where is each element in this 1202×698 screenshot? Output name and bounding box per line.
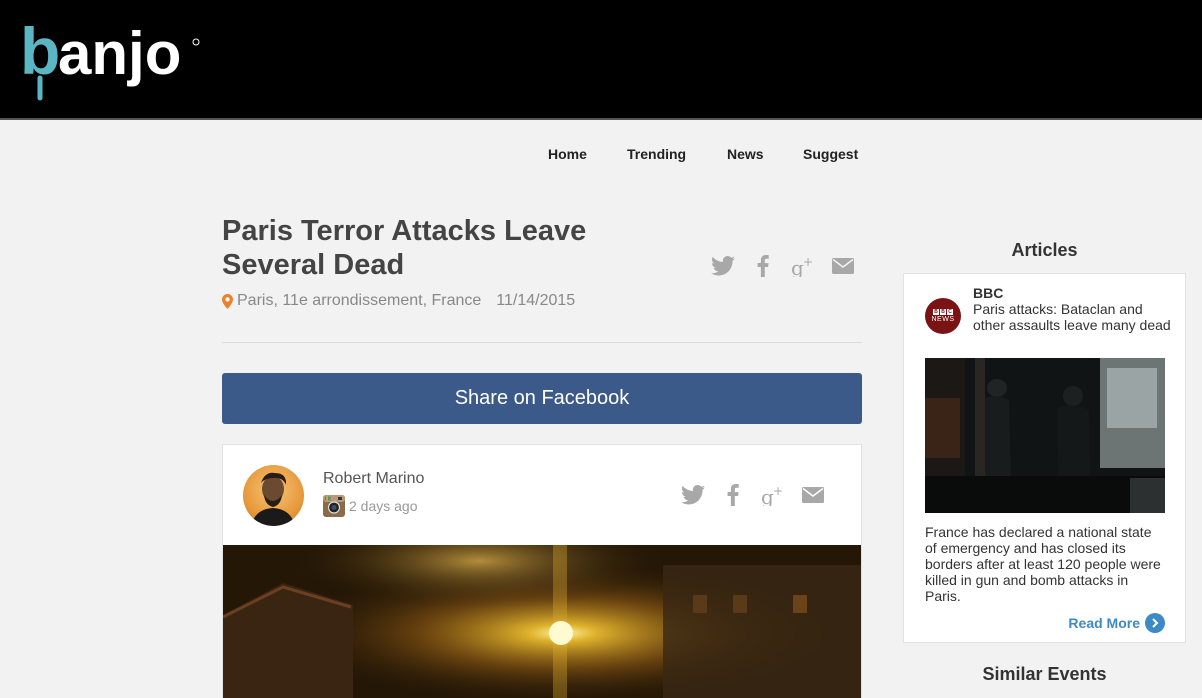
read-more-label: Read More <box>1068 615 1140 631</box>
post-author[interactable]: Robert Marino <box>323 470 424 488</box>
event-share-icons: g + <box>711 254 855 278</box>
post-time: 2 days ago <box>349 498 418 514</box>
svg-text:+: + <box>773 484 783 498</box>
bbc-logo-block-3: C <box>947 309 953 315</box>
post-meta: 2 days ago <box>323 495 418 517</box>
chevron-right-icon <box>1145 613 1165 633</box>
article-headline[interactable]: Paris attacks: Bataclan and other assaul… <box>973 301 1173 333</box>
nav-news[interactable]: News <box>727 146 764 162</box>
post-share-icons: g + <box>681 483 825 507</box>
nav-suggest[interactable]: Suggest <box>803 146 858 162</box>
svg-text:anjo: anjo <box>58 20 181 87</box>
article-photo[interactable] <box>925 358 1165 513</box>
bbc-logo-block-2: B <box>940 309 946 315</box>
email-icon[interactable] <box>831 254 855 278</box>
google-plus-icon[interactable]: g + <box>791 254 815 278</box>
google-plus-icon[interactable]: g + <box>761 483 785 507</box>
email-icon[interactable] <box>801 483 825 507</box>
share-on-facebook-button[interactable]: Share on Facebook <box>222 373 862 424</box>
event-date: 11/14/2015 <box>496 292 576 309</box>
facebook-icon[interactable] <box>751 254 775 278</box>
facebook-icon[interactable] <box>721 483 745 507</box>
instagram-icon <box>323 495 345 517</box>
bbc-logo-subtext: NEWS <box>931 316 955 323</box>
twitter-icon[interactable] <box>681 483 705 507</box>
event-title-line2: Several Dead <box>222 249 405 281</box>
event-meta: Paris, 11e arrondissement, France 11/14/… <box>222 292 575 310</box>
top-bar: b anjo <box>0 0 1202 120</box>
nav-trending[interactable]: Trending <box>627 146 686 162</box>
event-title: Paris Terror Attacks Leave Several Dead <box>222 214 652 282</box>
bbc-news-logo: B B C NEWS <box>925 298 961 334</box>
title-divider <box>222 342 862 343</box>
read-more-link[interactable]: Read More <box>1068 613 1165 633</box>
article-card: B B C NEWS BBC Paris attacks: Bataclan a… <box>903 273 1186 643</box>
banjo-logo[interactable]: b anjo <box>20 16 205 101</box>
similar-events-heading: Similar Events <box>982 664 1107 684</box>
articles-heading: Articles <box>1011 240 1078 260</box>
event-title-line1: Paris Terror Attacks Leave <box>222 215 587 247</box>
main-nav: Home Trending News Suggest <box>0 146 1202 166</box>
post-card: Robert Marino 2 days ago g + <box>222 444 862 698</box>
svg-text:+: + <box>803 255 813 269</box>
avatar[interactable] <box>243 465 304 526</box>
nav-home[interactable]: Home <box>548 146 587 162</box>
bbc-logo-block-1: B <box>933 309 939 315</box>
event-location: Paris, 11e arrondissement, France <box>237 292 482 309</box>
post-photo[interactable] <box>223 545 861 698</box>
article-summary: France has declared a national state of … <box>925 524 1161 604</box>
article-source: BBC <box>973 285 1004 301</box>
location-pin-icon <box>222 293 233 309</box>
twitter-icon[interactable] <box>711 254 735 278</box>
